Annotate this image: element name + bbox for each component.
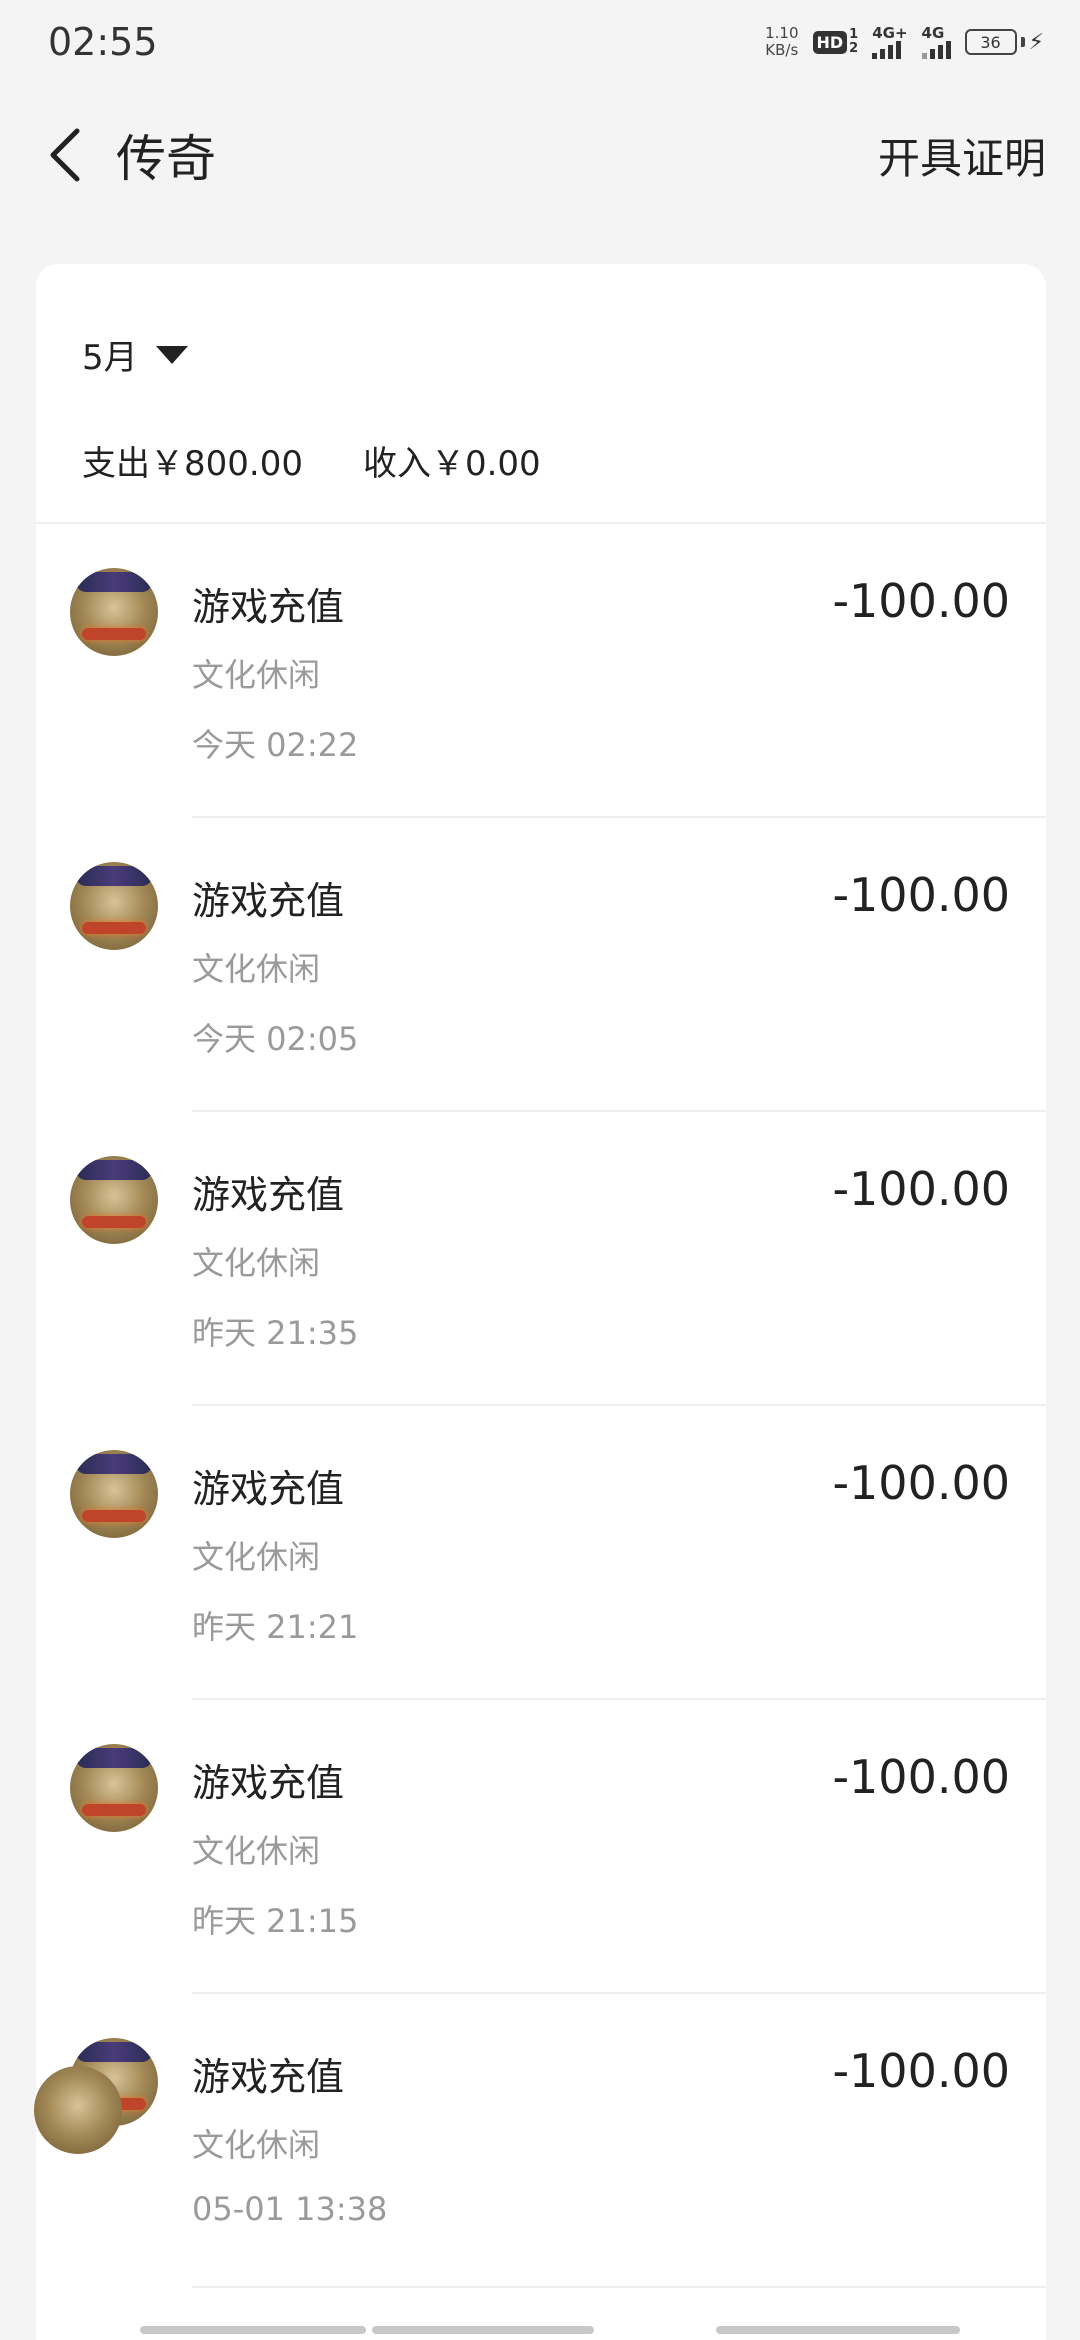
merchant-avatar — [70, 1156, 158, 1244]
month-label: 5月 — [82, 338, 138, 378]
income-total: 收入￥0.00 — [362, 444, 541, 484]
caret-down-icon — [155, 345, 188, 364]
status-time: 02:55 — [48, 20, 158, 64]
month-selector[interactable]: 5月 — [82, 330, 188, 379]
battery-level: 36 — [964, 29, 1017, 55]
header-left: 传奇 — [30, 115, 216, 195]
transaction-category: 文化休闲 — [192, 656, 321, 694]
transaction-amount: -100.00 — [832, 2044, 1010, 2098]
transaction-title: 游戏充值 — [192, 585, 345, 629]
expense-total: 支出￥800.00 — [82, 444, 303, 484]
network-speed: 1.10 KB/s — [765, 25, 798, 59]
transaction-title: 游戏充值 — [192, 1761, 345, 1805]
sim2-bars — [921, 41, 951, 59]
sim1-bars — [872, 41, 902, 59]
transaction-time: 昨天 21:35 — [192, 1314, 359, 1352]
hd-sub: 1 2 — [849, 28, 858, 56]
transaction-item[interactable]: 游戏充值 -100.00 文化休闲 今天 02:05 — [36, 818, 1046, 1112]
transaction-item[interactable]: 游戏充值 -100.00 文化休闲 05-01 13:38 — [36, 1994, 1046, 2288]
hd-sub-bottom: 2 — [849, 41, 859, 56]
transaction-time: 昨天 21:15 — [192, 1902, 359, 1940]
issue-certificate-button[interactable]: 开具证明 — [878, 125, 1046, 186]
status-icons: 1.10 KB/s HD 1 2 4G+ 4G 36 ⚡ — [765, 25, 1044, 59]
status-bar: 02:55 1.10 KB/s HD 1 2 4G+ 4G 36 ⚡ — [0, 0, 1080, 84]
transaction-time: 今天 02:05 — [192, 1020, 359, 1058]
transaction-item[interactable]: 游戏充值 -100.00 文化休闲 昨天 21:21 — [36, 1406, 1046, 1700]
transaction-item[interactable]: 游戏充值 -100.00 文化休闲 昨天 21:15 — [36, 1700, 1046, 1994]
page-title: 传奇 — [116, 130, 216, 188]
transaction-category: 文化休闲 — [192, 2126, 321, 2164]
sim1-label: 4G+ — [872, 24, 908, 42]
transaction-category: 文化休闲 — [192, 1244, 321, 1282]
transaction-amount: -100.00 — [832, 1456, 1010, 1510]
merchant-avatar — [70, 1744, 158, 1832]
network-speed-unit: KB/s — [765, 41, 799, 59]
battery-icon: 36 ⚡ — [964, 29, 1044, 55]
merchant-avatar — [70, 862, 158, 950]
merchant-avatar — [70, 1450, 158, 1538]
chevron-left-icon — [50, 128, 80, 182]
hd-label: HD — [812, 30, 848, 54]
sim2-signal-icon: 4G — [921, 24, 951, 59]
transaction-list: 游戏充值 -100.00 文化休闲 今天 02:22 游戏充值 -100.00 … — [36, 524, 1046, 2288]
transactions-card: 5月 支出￥800.00 收入￥0.00 游戏充值 -100.00 文化休闲 今… — [36, 264, 1046, 2340]
transaction-item[interactable]: 游戏充值 -100.00 文化休闲 今天 02:22 — [36, 524, 1046, 818]
transaction-title: 游戏充值 — [192, 1173, 345, 1217]
sim2-label: 4G — [921, 24, 945, 42]
month-summary: 支出￥800.00 收入￥0.00 — [82, 436, 541, 485]
transaction-time: 05-01 13:38 — [192, 2190, 388, 2228]
gesture-navigation-bar — [0, 2326, 1080, 2340]
row-divider — [192, 2286, 1046, 2288]
transaction-item[interactable]: 游戏充值 -100.00 文化休闲 昨天 21:35 — [36, 1112, 1046, 1406]
transaction-title: 游戏充值 — [192, 1467, 345, 1511]
transaction-title: 游戏充值 — [192, 2055, 345, 2099]
merchant-avatar — [70, 568, 158, 656]
transaction-time: 昨天 21:21 — [192, 1608, 359, 1646]
lightning-bolt-icon: ⚡ — [1028, 29, 1044, 55]
transaction-amount: -100.00 — [832, 1162, 1010, 1216]
network-speed-value: 1.10 — [765, 24, 799, 42]
transaction-amount: -100.00 — [832, 1750, 1010, 1804]
merchant-avatar-partial — [34, 2066, 122, 2154]
transaction-title: 游戏充值 — [192, 879, 345, 923]
transaction-amount: -100.00 — [832, 868, 1010, 922]
hd-sub-top: 1 — [849, 27, 859, 42]
app-header: 传奇 开具证明 — [0, 100, 1080, 210]
hd-voice-icon: HD 1 2 — [812, 28, 858, 56]
back-button[interactable] — [30, 115, 100, 195]
transaction-amount: -100.00 — [832, 574, 1010, 628]
transaction-category: 文化休闲 — [192, 1832, 321, 1870]
transaction-category: 文化休闲 — [192, 950, 321, 988]
transaction-time: 今天 02:22 — [192, 726, 359, 764]
sim1-signal-icon: 4G+ — [872, 24, 908, 59]
transaction-category: 文化休闲 — [192, 1538, 321, 1576]
